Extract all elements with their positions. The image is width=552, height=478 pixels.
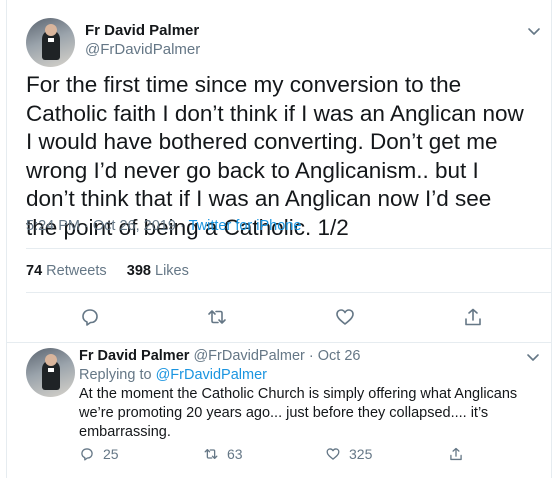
retweets-count: 74 [26,263,43,279]
retweets-stat[interactable]: 74 Retweets [26,263,107,279]
tweet-stats: 74 Retweets 398 Likes [26,263,189,279]
heart-icon [326,448,340,460]
retweet-icon [204,448,218,460]
author-handle[interactable]: @FrDavidPalmer [85,41,200,58]
retweets-label: Retweets [46,263,107,279]
avatar[interactable] [26,348,75,397]
reply-icon[interactable] [79,306,101,328]
tweet-date[interactable]: Oct 26, 2019 [93,218,176,234]
reply-date[interactable]: Oct 26 [318,348,361,364]
share-icon [450,447,462,461]
meta-dot: · [84,218,89,234]
main-tweet: Fr David Palmer @FrDavidPalmer For the f… [7,0,551,343]
meta-dot: · [179,218,185,234]
divider [26,248,551,249]
tweet-source[interactable]: Twitter for iPhone [189,218,302,234]
retweet-count: 63 [227,446,243,462]
likes-label: Likes [155,263,189,279]
reply-text: At the moment the Catholic Church is sim… [79,386,518,440]
reply-author-name[interactable]: Fr David Palmer [79,348,189,364]
like-count: 325 [349,446,373,462]
tweet-time[interactable]: 5:24 PM [26,218,80,234]
reply-header: Fr David Palmer @FrDavidPalmer · Oct 26 [79,348,360,364]
reply-action[interactable]: 25 [79,444,119,464]
reply-tweet[interactable]: Fr David Palmer @FrDavidPalmer · Oct 26 … [7,343,551,478]
chevron-down-icon[interactable] [525,349,541,365]
likes-count: 398 [126,263,151,279]
reply-count: 25 [103,446,119,462]
share-icon[interactable] [462,306,484,328]
reply-author-handle[interactable]: @FrDavidPalmer [193,348,304,364]
replying-to: Replying to @FrDavidPalmer [79,367,267,383]
likes-stat[interactable]: 398 Likes [127,263,189,279]
tweet-text: For the first time since my conversion t… [26,72,524,240]
share-action[interactable] [448,444,472,464]
tweet-meta: 5:24 PM · Oct 26, 2019 · Twitter for iPh… [26,218,301,234]
retweet-action[interactable]: 63 [203,444,243,464]
replying-prefix: Replying to [79,367,152,383]
reply-icon [81,448,93,461]
retweet-icon[interactable] [206,306,228,328]
like-action[interactable]: 325 [325,444,372,464]
timeline-border-left [0,0,7,478]
meta-dot: · [308,348,314,364]
avatar[interactable] [26,18,75,67]
author-name[interactable]: Fr David Palmer [85,22,199,39]
heart-icon[interactable] [334,306,356,328]
replying-to-handle[interactable]: @FrDavidPalmer [156,367,267,383]
divider [26,292,551,293]
chevron-down-icon[interactable] [526,23,542,39]
